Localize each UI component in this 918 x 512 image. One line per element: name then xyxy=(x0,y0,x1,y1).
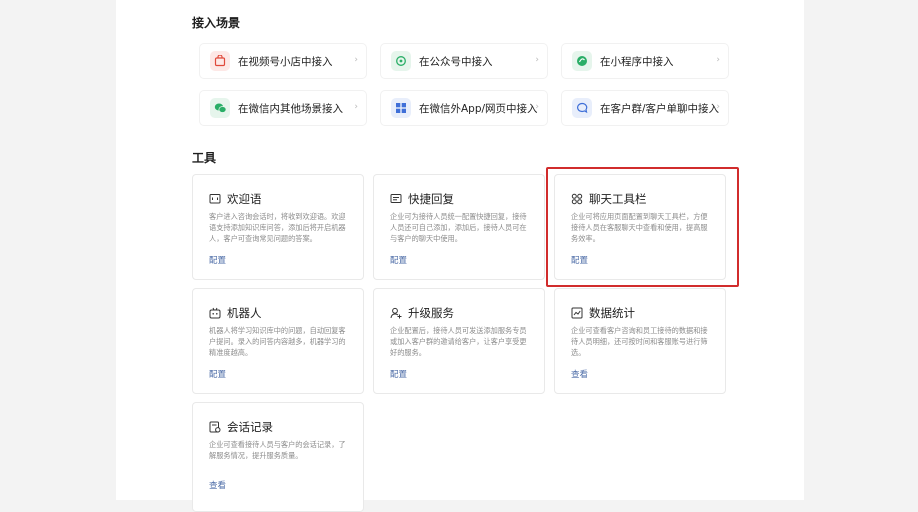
configure-link[interactable]: 配置 xyxy=(390,254,407,266)
scene-item-video-shop[interactable]: 在视频号小店中接入 › xyxy=(200,44,366,78)
tool-title: 快捷回复 xyxy=(408,192,454,206)
main-panel: 接入场景 在视频号小店中接入 › 在公众号中接入 › 在小程序中接入 › 在微信… xyxy=(116,0,804,512)
configure-link[interactable]: 配置 xyxy=(209,368,226,380)
tool-card-robot: 机器人 机器人将学习知识库中的问题，自动回复客户提问。录入的问答内容越多，机器学… xyxy=(192,288,364,394)
configure-link[interactable]: 配置 xyxy=(390,368,407,380)
highlight-box xyxy=(546,167,739,287)
tool-card-upgrade-service: 升级服务 企业配置后，接待人员可发送添加服务专员或加入客户群的邀请给客户，让客户… xyxy=(373,288,545,394)
scene-label: 在公众号中接入 xyxy=(419,55,493,68)
robot-icon xyxy=(209,307,221,319)
scene-item-official-account[interactable]: 在公众号中接入 › xyxy=(381,44,547,78)
tool-card-welcome: 欢迎语 客户进入咨询会话时，将收到欢迎语。欢迎语支持添加知识库问答，添加后将开启… xyxy=(192,174,364,280)
statistics-icon xyxy=(571,307,583,319)
tool-description: 企业可查看接待人员与客户的会话记录，了解服务情况，提升服务质量。 xyxy=(209,440,346,460)
scene-item-customer-group[interactable]: 在客户群/客户单聊中接入 › xyxy=(562,91,728,125)
tool-card-statistics: 数据统计 企业可查看客户咨询和员工接待的数据和接待人员明细，还可按时间和客服账号… xyxy=(554,288,726,394)
tool-description: 企业可为接待人员统一配置快捷回复，接待人员还可自己添加，添加后，接待人员可在与客… xyxy=(390,212,527,243)
tool-description: 企业可查看客户咨询和员工接待的数据和接待人员明细，还可按时间和客服账号进行筛选。 xyxy=(571,326,708,357)
tool-description: 客户进入咨询会话时，将收到欢迎语。欢迎语支持添加知识库问答，添加后将开启机器人，… xyxy=(209,212,346,243)
tool-title: 欢迎语 xyxy=(227,192,262,206)
tool-title: 数据统计 xyxy=(589,306,635,320)
tool-title: 会话记录 xyxy=(227,420,273,434)
tools-section-title: 工具 xyxy=(192,151,217,165)
scene-item-app-web[interactable]: 在微信外App/网页中接入 › xyxy=(381,91,547,125)
chat-record-icon xyxy=(209,421,221,433)
scene-label: 在小程序中接入 xyxy=(600,55,674,68)
tool-title: 机器人 xyxy=(227,306,262,320)
tool-description: 企业配置后，接待人员可发送添加服务专员或加入客户群的邀请给客户，让客户享受更好的… xyxy=(390,326,527,357)
shop-icon xyxy=(210,51,230,71)
scene-item-wechat-other[interactable]: 在微信内其他场景接入 › xyxy=(200,91,366,125)
tool-title: 升级服务 xyxy=(408,306,454,320)
chat-bubble-icon xyxy=(572,98,592,118)
view-link[interactable]: 查看 xyxy=(209,479,226,491)
message-icon xyxy=(209,193,221,205)
chevron-right-icon: › xyxy=(716,102,720,112)
mini-program-icon xyxy=(572,51,592,71)
official-account-icon xyxy=(391,51,411,71)
tool-description: 机器人将学习知识库中的问题，自动回复客户提问。录入的问答内容越多，机器学习的精准… xyxy=(209,326,346,357)
scene-item-mini-program[interactable]: 在小程序中接入 › xyxy=(562,44,728,78)
chevron-right-icon: › xyxy=(535,102,539,112)
scene-label: 在微信外App/网页中接入 xyxy=(419,102,538,115)
chevron-right-icon: › xyxy=(354,102,358,112)
quick-reply-icon xyxy=(390,193,402,205)
upgrade-service-icon xyxy=(390,307,402,319)
scene-label: 在视频号小店中接入 xyxy=(238,55,333,68)
tool-card-quick-reply: 快捷回复 企业可为接待人员统一配置快捷回复，接待人员还可自己添加，添加后，接待人… xyxy=(373,174,545,280)
scene-label: 在微信内其他场景接入 xyxy=(238,102,343,115)
configure-link[interactable]: 配置 xyxy=(209,254,226,266)
view-link[interactable]: 查看 xyxy=(571,368,588,380)
chevron-right-icon: › xyxy=(716,55,720,65)
chevron-right-icon: › xyxy=(535,55,539,65)
scene-label: 在客户群/客户单聊中接入 xyxy=(600,102,720,115)
tool-card-chat-record: 会话记录 企业可查看接待人员与客户的会话记录，了解服务情况，提升服务质量。 查看 xyxy=(192,402,364,512)
wechat-icon xyxy=(210,98,230,118)
chevron-right-icon: › xyxy=(354,55,358,65)
scenes-section-title: 接入场景 xyxy=(192,16,241,30)
grid-icon xyxy=(391,98,411,118)
